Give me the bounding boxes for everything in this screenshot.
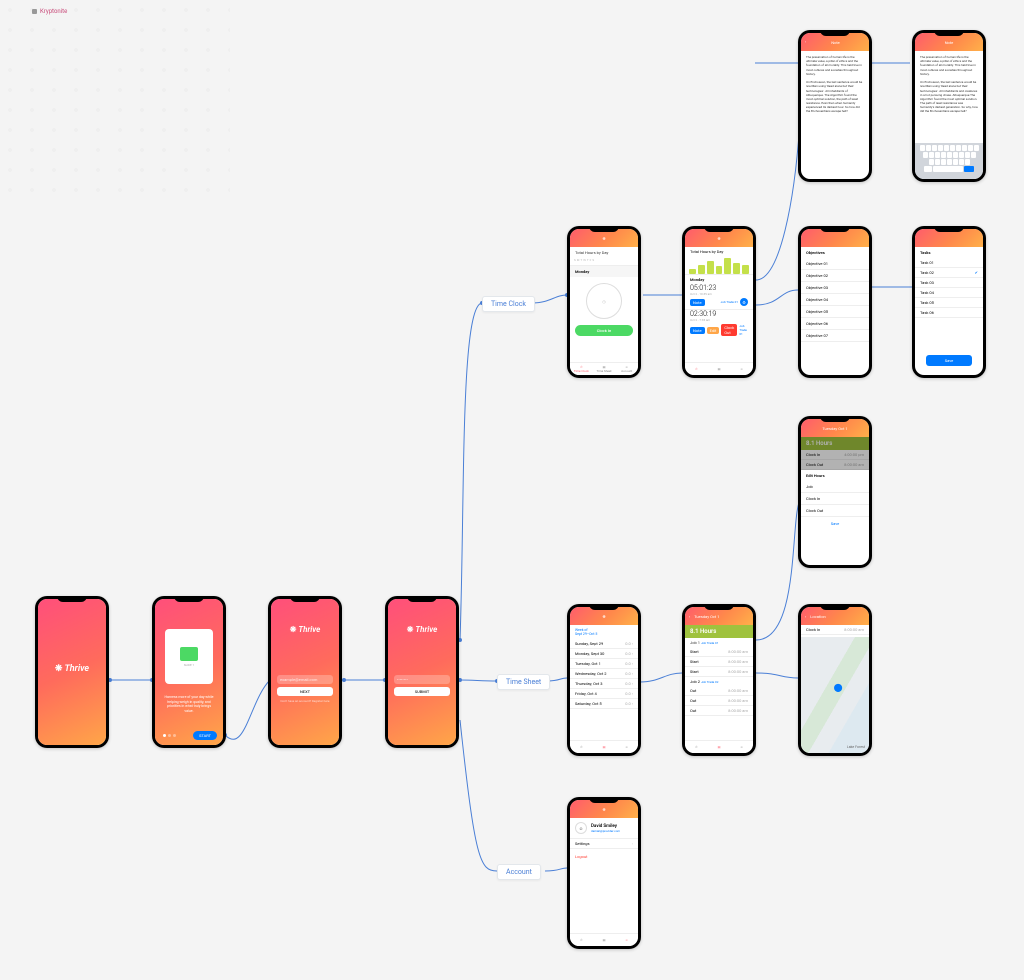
pin-icon: ⬤ <box>834 683 843 692</box>
job-field[interactable]: Job <box>801 481 869 493</box>
screen-location: ‹Location Clock In8:00:00 am Job 1 Job T… <box>798 604 872 756</box>
screen-timesheet: ❋ Week of Sept 29–Oct 5 Sunday, Sept 290… <box>567 604 641 756</box>
save-button[interactable]: Save <box>926 355 972 366</box>
brand-badge: Kryptonite <box>32 8 67 15</box>
keyboard[interactable] <box>915 143 983 179</box>
screen-account: ❋ ☺ David Smileydemail@provider.com Sett… <box>567 797 641 949</box>
screen-login-email: Thrive example@email.com NEXT Don't have… <box>268 596 342 748</box>
screen-tasks: Tasks Task 01 Task 02✔ Task 03 Task 04 T… <box>912 226 986 378</box>
label-time-clock: Time Clock <box>482 296 535 312</box>
gear-icon[interactable]: ⚙ <box>740 298 748 306</box>
background-pattern <box>0 0 230 200</box>
screen-intro: SLIDE 1 Harness more of your day while h… <box>152 596 226 748</box>
next-button[interactable]: NEXT <box>277 687 333 696</box>
save-button[interactable]: Save <box>801 517 869 530</box>
screen-objectives: Objectives Objective 01Objective 02Objec… <box>798 226 872 378</box>
day-bar-chart <box>685 256 753 274</box>
list-item[interactable]: Sunday, Sept 290.0 › <box>570 639 638 649</box>
screen-note-edit: Note The preservation of human life is t… <box>912 30 986 182</box>
screen-edit-hours: Tuesday Oct 1 8.1 Hours Clock In4:00:00 … <box>798 416 872 568</box>
clock-icon: ◷ <box>586 283 622 319</box>
email-field[interactable]: example@email.com <box>277 675 333 684</box>
clockin-button[interactable]: Clock In <box>575 325 633 336</box>
note-button[interactable]: Note <box>690 299 705 306</box>
screen-splash: Thrive <box>35 596 109 748</box>
avatar: ☺ <box>575 822 587 834</box>
check-icon: ✔ <box>975 270 978 275</box>
back-button[interactable]: ‹ <box>805 40 806 44</box>
screen-login-password: Thrive •••••••• SUBMIT <box>385 596 459 748</box>
label-time-sheet: Time Sheet <box>497 674 550 690</box>
screen-note-view: ‹ Note The preservation of human life is… <box>798 30 872 182</box>
submit-button[interactable]: SUBMIT <box>394 687 450 696</box>
label-account: Account <box>497 864 541 880</box>
tab-bar[interactable]: ⏱Time Clock▤Time Sheet☺Account <box>570 362 638 375</box>
password-field[interactable]: •••••••• <box>394 675 450 684</box>
logout-button[interactable]: Logout <box>570 849 638 864</box>
clockout-field[interactable]: Clock Out <box>801 505 869 517</box>
screen-timeclock: ❋ Total Hours by Day SMTWTFS Monday ◷ Cl… <box>567 226 641 378</box>
screen-day-detail: ‹Tuesday Oct 1 8.1 Hours Job 1 Job Trade… <box>682 604 756 756</box>
map-view[interactable]: ⬤ Lake Forest <box>801 637 869 753</box>
clockin-field[interactable]: Clock In <box>801 493 869 505</box>
settings-item[interactable]: Settings› <box>570 839 638 849</box>
start-button[interactable]: START <box>193 731 217 740</box>
screen-timeclock-running: ❋ Total Hours by Day Monday 05:01:23Oct … <box>682 226 756 378</box>
